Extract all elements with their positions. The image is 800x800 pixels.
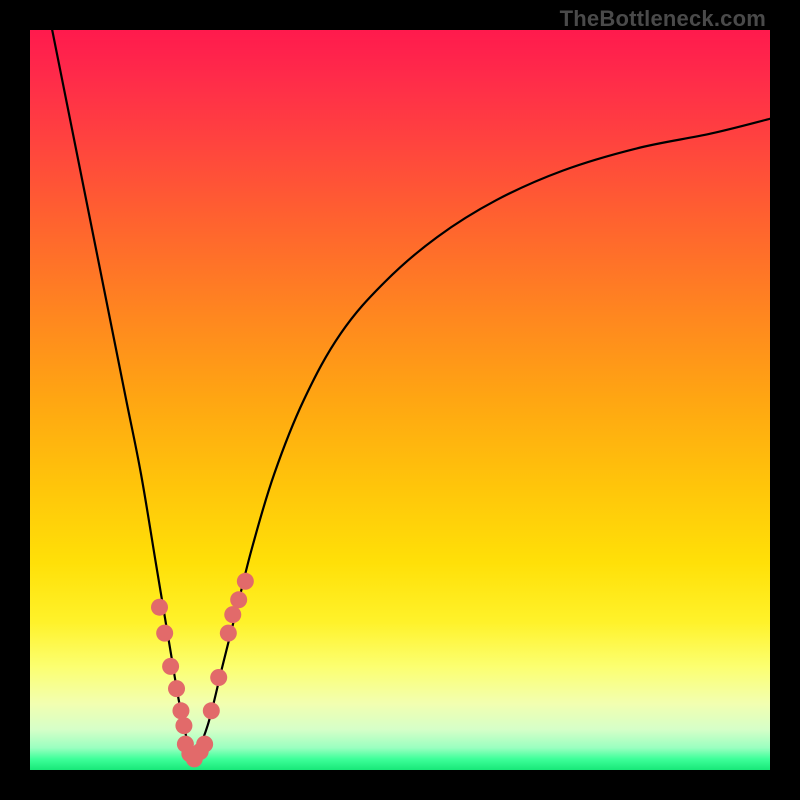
chart-svg (30, 30, 770, 770)
data-point-marker (172, 702, 189, 719)
data-point-marker (196, 736, 213, 753)
curve-right-branch (193, 119, 770, 763)
data-point-marker (220, 625, 237, 642)
data-point-marker (162, 658, 179, 675)
data-point-marker (230, 591, 247, 608)
plot-area (30, 30, 770, 770)
highlighted-points (151, 573, 254, 768)
data-point-marker (237, 573, 254, 590)
data-point-marker (168, 680, 185, 697)
data-point-marker (156, 625, 173, 642)
curve-left-branch (52, 30, 193, 763)
attribution-watermark: TheBottleneck.com (560, 6, 766, 32)
data-point-marker (175, 717, 192, 734)
data-point-marker (210, 669, 227, 686)
data-point-marker (203, 702, 220, 719)
data-point-marker (224, 606, 241, 623)
data-point-marker (151, 599, 168, 616)
outer-frame: TheBottleneck.com (0, 0, 800, 800)
